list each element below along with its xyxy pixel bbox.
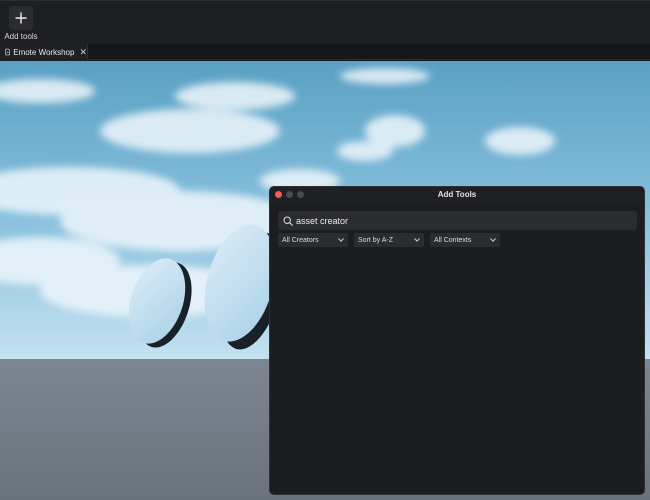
minimize-window-icon[interactable] (286, 191, 293, 198)
dialog-title: Add Tools (437, 190, 477, 199)
dialog-titlebar[interactable]: Add Tools (270, 187, 644, 202)
close-window-icon[interactable] (275, 191, 282, 198)
add-tools-label: Add tools (4, 32, 38, 41)
document-icon (5, 48, 10, 56)
contexts-dropdown-label: All Contexts (434, 236, 472, 244)
creators-dropdown-label: All Creators (282, 236, 319, 244)
tab-bar: Emote Workshop ✕ (0, 44, 650, 60)
add-tools-dialog: Add Tools All Creators Sort by A-Z All C… (269, 186, 645, 495)
chevron-down-icon (490, 238, 496, 242)
search-icon (283, 215, 293, 226)
maximize-window-icon[interactable] (297, 191, 304, 198)
chevron-down-icon (338, 238, 344, 242)
tab-label: Emote Workshop (13, 47, 75, 57)
tab-emote-workshop[interactable]: Emote Workshop ✕ (0, 44, 88, 60)
search-box[interactable] (278, 211, 637, 230)
plus-icon (9, 6, 33, 30)
window-controls (275, 191, 304, 198)
creators-dropdown[interactable]: All Creators (278, 233, 348, 247)
contexts-dropdown[interactable]: All Contexts (430, 233, 500, 247)
sort-dropdown-label: Sort by A-Z (358, 236, 394, 244)
search-input[interactable] (296, 215, 626, 226)
chevron-down-icon (414, 238, 420, 242)
close-icon[interactable]: ✕ (79, 47, 87, 57)
add-tools-button[interactable]: Add tools (4, 6, 38, 42)
top-toolbar: Add tools (0, 0, 650, 44)
filter-bar: All Creators Sort by A-Z All Contexts (278, 233, 500, 247)
sort-dropdown[interactable]: Sort by A-Z (354, 233, 424, 247)
